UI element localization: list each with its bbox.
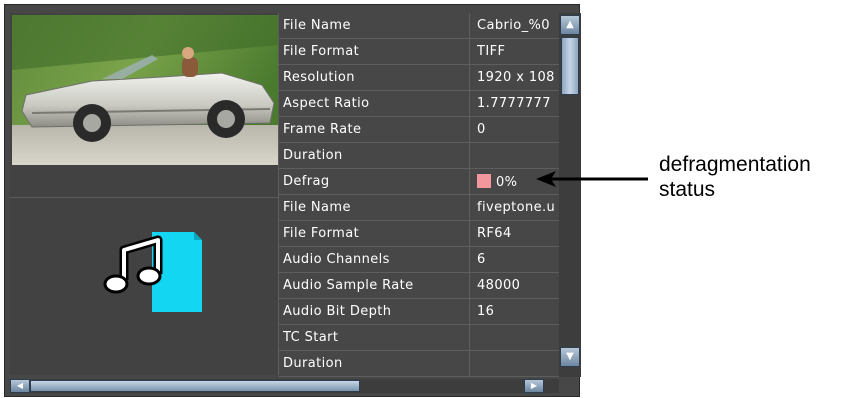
clip-info-table: File Name Cabrio_%0 File Format TIFF Res… xyxy=(279,13,559,377)
row-value: 6 xyxy=(477,252,486,267)
row-label: File Name xyxy=(283,18,351,33)
arrow-down-icon: ▼ xyxy=(566,351,574,362)
row-label: Frame Rate xyxy=(283,122,362,137)
row-value: 1.7777777 xyxy=(477,96,551,111)
table-row[interactable]: File Name Cabrio_%0 xyxy=(279,13,559,39)
row-value: Cabrio_%0 xyxy=(477,18,550,33)
scroll-right-button[interactable]: ▶ xyxy=(524,379,544,393)
row-label: File Format xyxy=(283,44,360,59)
horizontal-scroll-thumb[interactable] xyxy=(30,380,360,392)
defrag-row[interactable]: Defrag 0% xyxy=(279,169,559,195)
video-thumbnail xyxy=(12,15,278,165)
row-value: TIFF xyxy=(477,44,506,59)
callout-arrow xyxy=(536,171,648,187)
row-value: 0 xyxy=(477,122,486,137)
audio-thumbnail-cell[interactable] xyxy=(10,198,279,375)
arrow-left-icon: ◀ xyxy=(16,381,24,390)
scroll-down-button[interactable]: ▼ xyxy=(560,347,580,367)
car-video-thumbnail xyxy=(12,15,278,165)
scroll-up-button[interactable]: ▲ xyxy=(560,15,580,35)
scroll-left-button[interactable]: ◀ xyxy=(10,379,30,393)
row-value: 1920 x 108 xyxy=(477,70,555,85)
vertical-scrollbar[interactable]: ▲ ▼ xyxy=(559,13,581,377)
callout-line-2: status xyxy=(659,178,716,201)
vertical-scroll-thumb[interactable] xyxy=(561,37,579,95)
table-row[interactable]: Frame Rate 0 xyxy=(279,117,559,143)
row-value: 48000 xyxy=(477,278,521,293)
media-info-panel: File Name Cabrio_%0 File Format TIFF Res… xyxy=(4,4,581,397)
arrow-right-icon: ▶ xyxy=(530,381,538,390)
row-label: Audio Bit Depth xyxy=(283,304,392,319)
table-row[interactable]: Duration xyxy=(279,351,559,377)
row-label: Duration xyxy=(283,148,343,163)
row-label: Audio Sample Rate xyxy=(283,278,414,293)
row-label: Resolution xyxy=(283,70,355,85)
row-value: RF64 xyxy=(477,226,512,241)
row-value: fiveptone.u xyxy=(477,200,556,215)
video-thumbnail-cell[interactable] xyxy=(10,13,279,198)
callout-annotation: defragmentation status xyxy=(659,152,811,202)
table-row[interactable]: Audio Bit Depth 16 xyxy=(279,299,559,325)
table-row[interactable]: Aspect Ratio 1.7777777 xyxy=(279,91,559,117)
table-row[interactable]: TC Start xyxy=(279,325,559,351)
row-label: Audio Channels xyxy=(283,252,390,267)
horizontal-scrollbar[interactable]: ◀ ▶ xyxy=(10,379,559,393)
audio-file-icon xyxy=(102,232,202,322)
row-label: File Name xyxy=(283,200,351,215)
row-label: Aspect Ratio xyxy=(283,96,370,111)
table-row[interactable]: File Format RF64 xyxy=(279,221,559,247)
callout-line-1: defragmentation xyxy=(659,153,811,176)
arrow-up-icon: ▲ xyxy=(566,19,574,30)
table-row[interactable]: Duration xyxy=(279,143,559,169)
table-row[interactable]: Resolution 1920 x 108 xyxy=(279,65,559,91)
row-label: Duration xyxy=(283,356,343,371)
row-label: File Format xyxy=(283,226,360,241)
table-row[interactable]: File Name fiveptone.u xyxy=(279,195,559,221)
table-row[interactable]: Audio Channels 6 xyxy=(279,247,559,273)
table-row[interactable]: Audio Sample Rate 48000 xyxy=(279,273,559,299)
row-label: Defrag xyxy=(283,174,330,189)
row-label: TC Start xyxy=(283,330,339,345)
table-row[interactable]: File Format TIFF xyxy=(279,39,559,65)
defrag-percent: 0% xyxy=(496,175,518,190)
defrag-status-swatch xyxy=(477,174,491,188)
row-value: 16 xyxy=(477,304,495,319)
